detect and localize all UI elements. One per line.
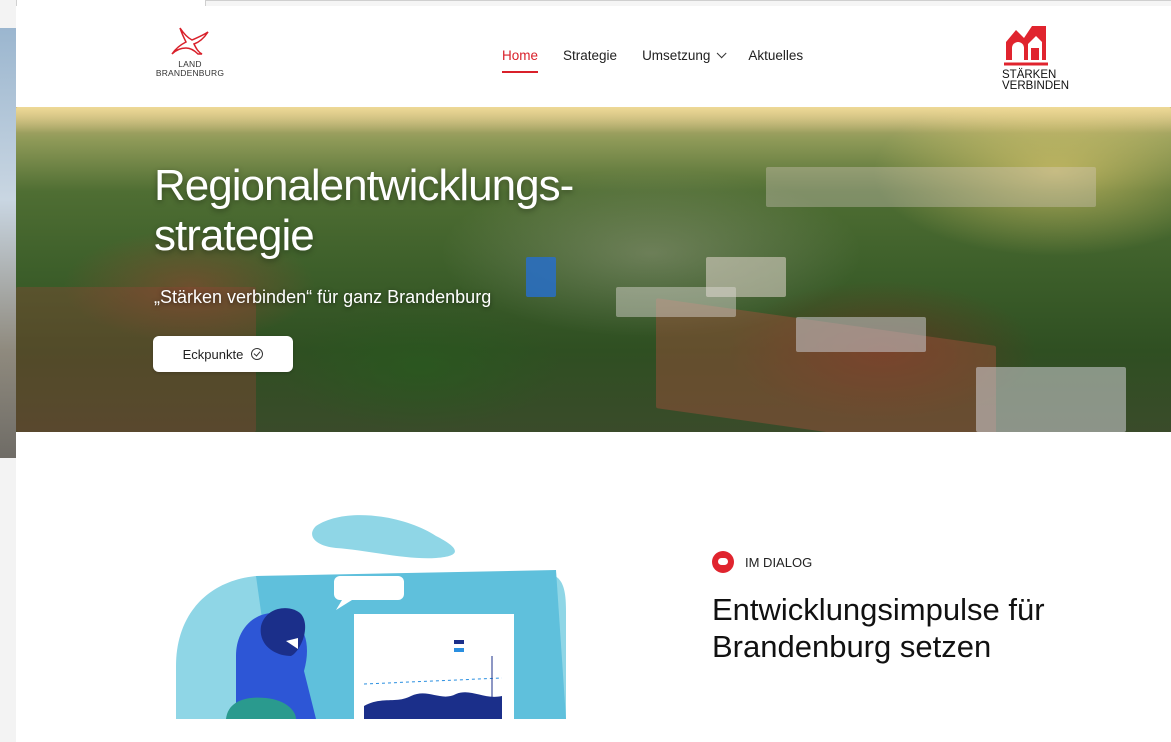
hero-photo-detail	[976, 367, 1126, 432]
nav-umsetzung-label: Umsetzung	[642, 48, 711, 63]
hero-subtitle: „Stärken verbinden“ für ganz Brandenburg	[154, 287, 492, 307]
website: LAND BRANDENBURG Home Strategie Umsetzun…	[16, 6, 1171, 742]
land-brandenburg-logo[interactable]: LAND BRANDENBURG	[150, 24, 230, 88]
background-photo	[0, 28, 16, 458]
houses-icon	[1004, 26, 1048, 66]
logo-line-verbinden: VERBINDEN	[1002, 80, 1070, 92]
browser-page: LAND BRANDENBURG Home Strategie Umsetzun…	[0, 0, 1171, 742]
hero-photo-detail	[766, 167, 1096, 207]
hero-photo-detail	[526, 257, 556, 297]
dialog-illustration	[166, 506, 586, 719]
nav-item-home[interactable]: Home	[502, 48, 539, 73]
staerken-verbinden-logo[interactable]: STÄRKEN VERBINDEN	[1002, 20, 1082, 100]
nav-aktuelles-label: Aktuelles	[748, 48, 804, 63]
dialog-heading: Entwicklungsimpulse für Brandenburg setz…	[712, 592, 1045, 664]
chat-bubble-icon	[712, 551, 734, 573]
check-circle-icon	[251, 348, 264, 360]
logo-brandenburg-text: LAND BRANDENBURG	[150, 60, 230, 78]
im-dialog-tag: IM DIALOG	[712, 551, 812, 573]
nav-item-strategie[interactable]: Strategie	[563, 48, 617, 71]
nav-home-label: Home	[502, 48, 539, 63]
eckpunkte-button-label: Eckpunkte	[182, 346, 244, 362]
chevron-down-icon	[717, 48, 727, 59]
hero-photo-detail	[796, 317, 926, 352]
nav-strategie-label: Strategie	[563, 48, 618, 63]
im-dialog-label: IM DIALOG	[745, 554, 813, 570]
hero-title: Regionalentwicklungs-strategie	[154, 161, 574, 260]
site-header: LAND BRANDENBURG Home Strategie Umsetzun…	[16, 6, 1171, 106]
hero-banner: Regionalentwicklungs-strategie „Stärken …	[16, 107, 1171, 432]
hero-photo-detail	[16, 107, 1171, 133]
eagle-icon	[171, 27, 209, 55]
person-at-screen-illustration	[176, 515, 566, 719]
hero-photo-detail	[616, 287, 736, 317]
nav-item-aktuelles[interactable]: Aktuelles	[748, 48, 803, 71]
background-window-strip	[0, 0, 17, 742]
nav-item-umsetzung[interactable]: Umsetzung	[642, 48, 727, 71]
logo-line-brandenburg: BRANDENBURG	[155, 68, 225, 78]
logo-staerken-verbinden-text: STÄRKEN VERBINDEN	[1002, 69, 1070, 92]
eckpunkte-button[interactable]: Eckpunkte	[153, 336, 293, 372]
main-navigation: Home Strategie Umsetzung Aktuelles	[502, 48, 828, 73]
